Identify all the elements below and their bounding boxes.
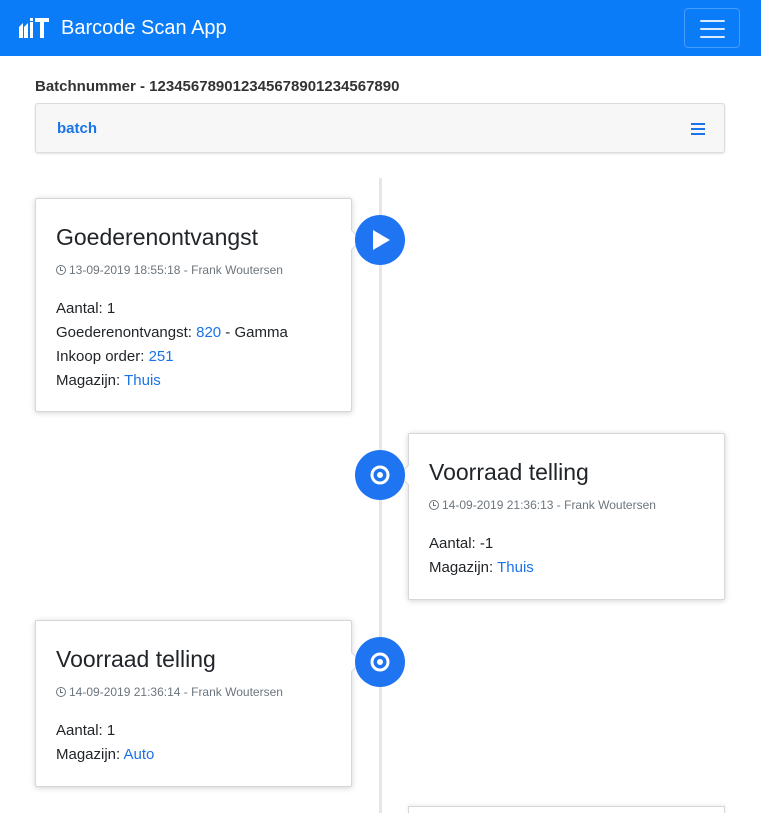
list-icon[interactable] [691, 123, 705, 135]
timeline-card-partial [408, 806, 725, 813]
card-user: Frank Woutersen [191, 263, 283, 277]
aantal-value: -1 [479, 535, 494, 552]
aantal-value: 1 [106, 300, 116, 317]
play-icon [373, 230, 390, 250]
timeline-card: Goederenontvangst 13-09-2019 18:55:18 - … [35, 198, 362, 412]
clock-icon [56, 687, 66, 697]
card-meta: 14-09-2019 21:36:14 - Frank Woutersen [56, 684, 283, 700]
timeline-card: Voorraad telling 14-09-2019 21:36:13 - F… [398, 433, 725, 600]
inkoop-order-link[interactable]: 251 [149, 348, 174, 365]
card-user: Frank Woutersen [564, 498, 656, 512]
timeline-card: Voorraad telling 14-09-2019 21:36:14 - F… [35, 620, 362, 787]
hamburger-icon [700, 20, 725, 22]
card-user: Frank Woutersen [191, 685, 283, 699]
timeline-badge [355, 450, 405, 500]
card-title: Goederenontvangst [56, 224, 259, 250]
card-meta: 13-09-2019 18:55:18 - Frank Woutersen [56, 262, 283, 278]
aantal-value: 1 [106, 722, 116, 739]
card-timestamp: 13-09-2019 18:55:18 [69, 263, 181, 277]
timeline-badge [355, 637, 405, 687]
target-icon [370, 465, 390, 485]
magazijn-link[interactable]: Thuis [124, 372, 161, 389]
card-timestamp: 14-09-2019 21:36:14 [69, 685, 181, 699]
card-body: Aantal: 1 Magazijn: Auto [56, 722, 155, 763]
card-body: Aantal: -1 Magazijn: Thuis [429, 535, 534, 576]
hamburger-menu-button[interactable] [684, 8, 740, 48]
brand-title[interactable]: Barcode Scan App [61, 16, 227, 40]
timeline-badge [355, 215, 405, 265]
factory-logo-icon[interactable] [19, 18, 49, 38]
card-timestamp: 14-09-2019 21:36:13 [442, 498, 554, 512]
clock-icon [429, 500, 439, 510]
magazijn-link[interactable]: Thuis [497, 559, 534, 576]
goederenontvangst-link[interactable]: 820 [196, 324, 221, 341]
card-title: Voorraad telling [56, 646, 216, 672]
batch-number-title: Batchnummer - 12345678901234567890123456… [35, 78, 400, 95]
card-title: Voorraad telling [429, 459, 589, 485]
target-icon [370, 652, 390, 672]
card-meta: 14-09-2019 21:36:13 - Frank Woutersen [429, 497, 656, 513]
clock-icon [56, 265, 66, 275]
navbar: Barcode Scan App [0, 0, 761, 56]
magazijn-link[interactable]: Auto [124, 746, 155, 763]
batch-panel-toggle[interactable]: batch [57, 120, 97, 138]
card-body: Aantal: 1 Goederenontvangst: 820 - Gamma… [56, 300, 288, 389]
batch-panel: batch [35, 103, 725, 153]
